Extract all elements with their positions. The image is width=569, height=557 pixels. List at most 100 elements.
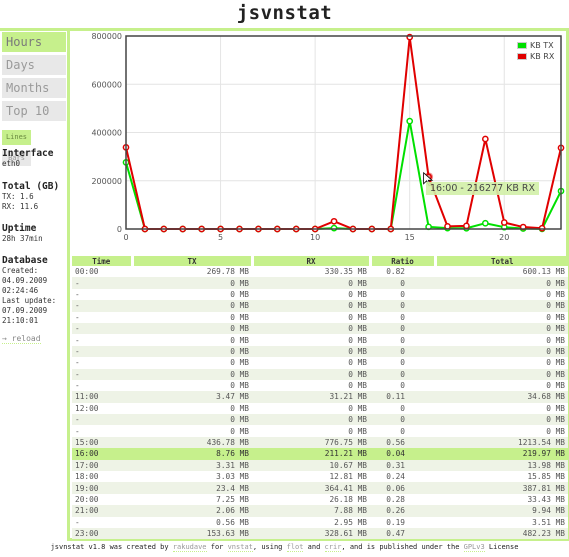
table-row[interactable]: -0 MB 0 MB 0 0 MB [72,311,568,323]
footer-link-crir[interactable]: crir [324,543,342,552]
cell-total: 0 MB [435,379,568,392]
table-row[interactable]: -0 MB 0 MB 0 0 MB [72,368,568,380]
table-row[interactable]: -0 MB 0 MB 0 0 MB [72,379,568,392]
cell-tx: 0 MB [132,402,252,415]
footer-link-vnstat[interactable]: vnstat [227,543,253,552]
cell-rx: 2.95 MB [252,516,370,528]
database-heading: Database [2,255,48,266]
cell-tx: 0 MB [132,357,252,369]
col-header-total[interactable]: Total [435,256,568,266]
table-row[interactable]: -0 MB 0 MB 0 0 MB [72,322,568,335]
table-row[interactable]: 15:00 436.78 MB 776.75 MB 0.56 1213.54 MB [72,436,568,449]
cell-tx: 0 MB [132,334,252,346]
cell-ratio: 0.56 [370,436,435,449]
cell-total: 9.94 MB [435,505,568,517]
table-row[interactable]: 20:00 7.25 MB 26.18 MB 0.28 33.43 MB [72,493,568,506]
legend-item-rx: KB RX [517,51,554,62]
cell-total: 0 MB [435,311,568,323]
x-axis-ticks: 0 5 10 15 20 [123,233,509,242]
cell-tx: 3.31 MB [132,459,252,472]
table-row[interactable]: -0 MB 0 MB 0 0 MB [72,357,568,369]
table-row[interactable]: -0 MB 0 MB 0 0 MB [72,277,568,289]
cell-time: 00:00 [72,266,132,278]
table-row[interactable]: -0 MB 0 MB 0 0 MB [72,345,568,358]
table-row[interactable]: 00:00 269.78 MB 330.35 MB 0.82 600.13 MB [72,266,568,278]
y-tick-label: 400000 [91,129,122,138]
cell-tx: 3.47 MB [132,391,252,403]
cell-ratio: 0.24 [370,471,435,483]
table-row[interactable]: -0.56 MB 2.95 MB 0.19 3.51 MB [72,516,568,528]
cell-time: - [72,334,132,346]
series-line-tx [125,120,562,230]
table-row[interactable]: -0 MB 0 MB 0 0 MB [72,425,568,437]
cell-time: 12:00 [72,402,132,415]
table-row[interactable]: 11:00 3.47 MB 31.21 MB 0.11 34.68 MB [72,391,568,403]
cell-time: - [72,345,132,358]
cell-time: - [72,414,132,426]
data-point [500,219,508,226]
footer-link-flot[interactable]: flot [286,543,304,552]
cell-total: 0 MB [435,288,568,301]
series-tx [122,117,565,233]
table-row[interactable]: 21:00 2.06 MB 7.88 MB 0.26 9.94 MB [72,505,568,517]
footer-link-gplv3[interactable]: GPLv3 [463,543,485,552]
series-rx [122,33,565,233]
table-row[interactable]: 12:00 0 MB 0 MB 0 0 MB [72,402,568,415]
table-row[interactable]: -0 MB 0 MB 0 0 MB [72,334,568,346]
x-tick-label: 20 [499,233,509,242]
col-header-rx[interactable]: RX [252,256,372,266]
table-row[interactable]: -0 MB 0 MB 0 0 MB [72,414,568,426]
chart-type-lines-button[interactable]: Lines [2,130,31,145]
table-row[interactable]: -0 MB 0 MB 0 0 MB [72,300,568,312]
cell-tx: 7.25 MB [132,493,252,506]
col-header-tx[interactable]: TX [132,256,254,266]
table-row[interactable]: 19:00 23.4 MB 364.41 MB 0.06 387.81 MB [72,482,568,494]
cell-ratio: 0.19 [370,516,435,528]
table-row[interactable]: 16:00 8.76 MB 211.21 MB 0.04 219.97 MB [72,448,568,460]
data-point [481,219,489,227]
data-point [406,117,414,125]
updated-date: 07.09.2009 [2,306,48,315]
cell-time: - [72,368,132,380]
cell-time: - [72,516,132,528]
cell-time: - [72,277,132,289]
col-header-time[interactable]: Time [72,256,134,266]
cell-ratio: 0 [370,322,435,335]
cell-tx: 0 MB [132,300,252,312]
cell-ratio: 0 [370,425,435,437]
nav-days[interactable]: Days [2,55,66,75]
table-row[interactable]: 18:00 3.03 MB 12.81 MB 0.24 15.85 MB [72,471,568,483]
cell-rx: 12.81 MB [252,471,370,483]
updated-time: 21:10:01 [2,316,39,325]
nav-months[interactable]: Months [2,78,66,98]
cell-total: 0 MB [435,345,568,358]
footer-link-rakudave[interactable]: rakudave [172,543,207,552]
footer-text: , and is published under the [341,543,464,551]
created-time: 02:24:46 [2,286,39,295]
chart-series [122,33,565,233]
updated-label: Last update: [2,296,57,305]
cell-total: 0 MB [435,357,568,369]
cell-ratio: 0 [370,334,435,346]
main-panel: 0 200000 400000 600000 800000 0 5 10 15 20 KB TX… [67,31,569,541]
table-row[interactable]: -0 MB 0 MB 0 0 MB [72,288,568,301]
cell-time: - [72,311,132,323]
traffic-chart: 0 200000 400000 600000 800000 0 5 10 15 20 [91,32,565,242]
cell-rx: 211.21 MB [252,448,370,460]
table-row[interactable]: 23:00 153.63 MB 328.61 MB 0.47 482.23 MB [72,527,568,540]
nav-hours[interactable]: Hours [2,32,66,52]
cell-tx: 2.06 MB [132,505,252,517]
table-row[interactable]: 17:00 3.31 MB 10.67 MB 0.31 13.98 MB [72,459,568,472]
chart-tooltip: 16:00 - 216277 KB RX [426,182,540,195]
cell-rx: 0 MB [252,414,370,426]
cell-rx: 0 MB [252,368,370,380]
reload-link[interactable]: → reload [2,334,41,344]
nav-top10[interactable]: Top 10 [2,101,66,121]
table-header-row: Time TX RX Ratio Total [72,256,568,266]
cell-rx: 0 MB [252,322,370,335]
y-tick-label: 600000 [91,80,122,89]
cell-tx: 0 MB [132,425,252,437]
cell-ratio: 0 [370,311,435,323]
col-header-ratio[interactable]: Ratio [370,256,437,266]
cell-total: 219.97 MB [435,448,568,460]
